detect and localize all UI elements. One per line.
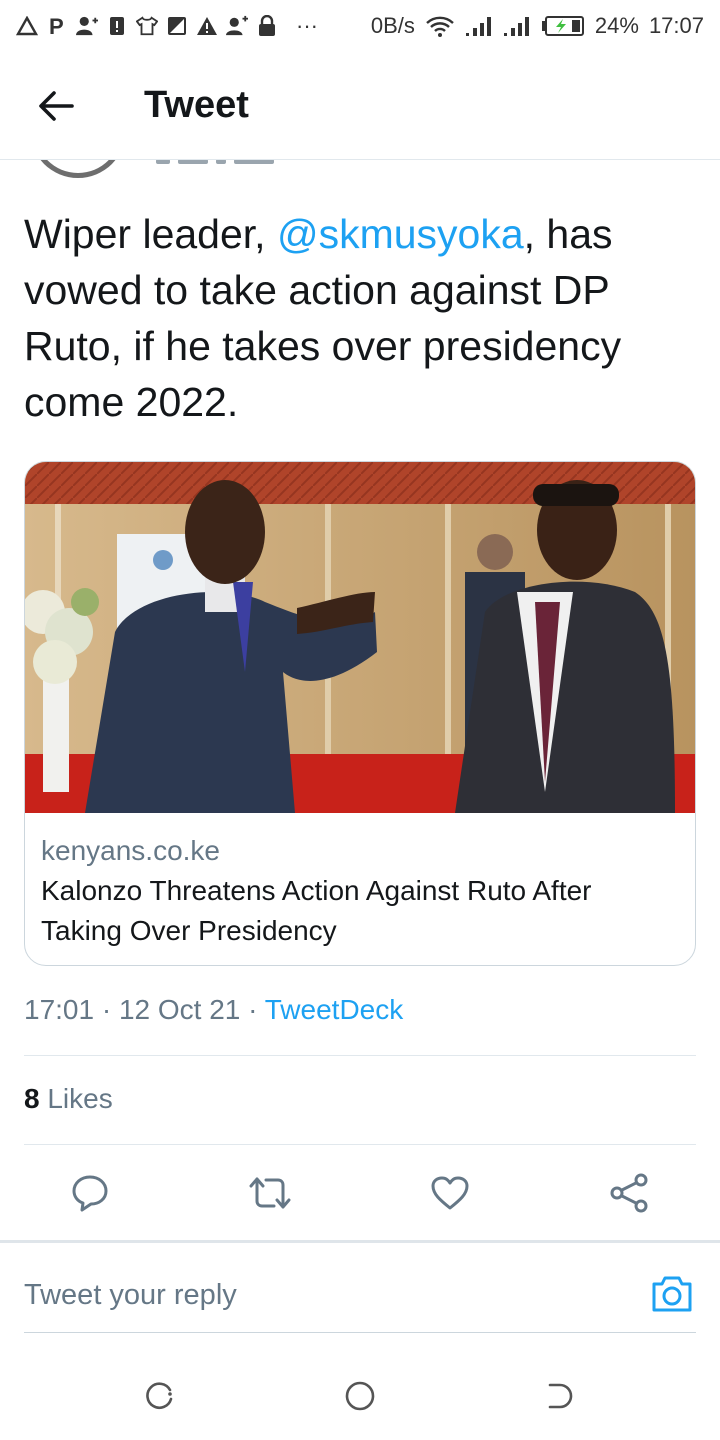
heart-icon [431, 1176, 469, 1210]
divider [24, 1055, 696, 1056]
section-divider [0, 1240, 720, 1243]
camera-icon [652, 1276, 692, 1312]
wifi-icon [426, 16, 454, 37]
mention-link[interactable]: @skmusyoka [277, 211, 524, 257]
svg-text:P: P [49, 15, 64, 37]
signal-box-icon [166, 14, 188, 38]
comment-icon [72, 1175, 108, 1212]
battery-icon [541, 16, 584, 36]
page-title: Tweet [144, 84, 249, 126]
tweet-meta: 17:01 · 12 Oct 21 · TweetDeck [24, 994, 403, 1026]
card-image[interactable] [25, 462, 695, 813]
recent-apps-icon [146, 1382, 173, 1409]
lock-icon [256, 14, 278, 38]
battery-percent: 24% [594, 13, 639, 38]
tweet-actions [0, 1160, 720, 1226]
retweet-button[interactable] [245, 1168, 295, 1218]
likes-label: Likes [39, 1083, 113, 1114]
top-app-bar: Tweet [0, 52, 720, 160]
cell-signal-icon [465, 17, 491, 36]
tweet-timestamp: 17:01 · 12 Oct 21 · [24, 994, 265, 1025]
reply-input[interactable] [24, 1272, 624, 1318]
system-status: 0B/s 24% 17:07 [371, 13, 704, 39]
cell-signal-icon [503, 17, 529, 36]
person-add-icon [76, 14, 98, 38]
share-icon [610, 1173, 648, 1213]
alert-box-icon [106, 14, 128, 38]
clock: 17:07 [648, 13, 704, 38]
tweet-text: Wiper leader, @skmusyoka, has vowed to t… [24, 206, 694, 430]
more-notifications: ··· [296, 13, 318, 38]
tweet-source-link[interactable]: TweetDeck [265, 994, 404, 1025]
likes-summary[interactable]: 8 Likes [24, 1083, 113, 1115]
back-icon [548, 1383, 573, 1409]
home-icon [345, 1381, 375, 1411]
status-bar: P ··· 0B/s 24% 17:07 [0, 0, 720, 52]
divider [24, 1144, 696, 1145]
person-add-icon [226, 14, 248, 38]
camera-button[interactable] [650, 1272, 694, 1316]
news-photo [25, 462, 695, 813]
back-button[interactable] [28, 78, 84, 134]
shirt-icon [136, 14, 158, 38]
card-meta: kenyans.co.ke Kalonzo Threatens Action A… [25, 813, 695, 951]
retweet-icon [249, 1177, 291, 1209]
system-nav-bar [0, 1360, 720, 1440]
link-preview-card[interactable]: kenyans.co.ke Kalonzo Threatens Action A… [24, 461, 696, 966]
home-button[interactable] [340, 1376, 380, 1416]
arrow-left-icon [39, 90, 74, 121]
likes-count: 8 [24, 1083, 40, 1114]
recent-apps-button[interactable] [140, 1376, 180, 1416]
warning-icon [196, 14, 218, 38]
card-domain: kenyans.co.ke [41, 835, 220, 866]
share-button[interactable] [604, 1168, 654, 1218]
parking-icon: P [46, 14, 68, 38]
warning-icon [16, 14, 38, 38]
like-button[interactable] [425, 1168, 475, 1218]
network-speed: 0B/s [370, 13, 415, 38]
notification-icons: P ··· [16, 13, 318, 39]
reply-underline [24, 1332, 696, 1333]
nav-back-button[interactable] [540, 1376, 580, 1416]
card-title: Kalonzo Threatens Action Against Ruto Af… [41, 875, 592, 946]
tweet-text-start: Wiper leader, [24, 211, 277, 257]
reply-button[interactable] [65, 1168, 115, 1218]
